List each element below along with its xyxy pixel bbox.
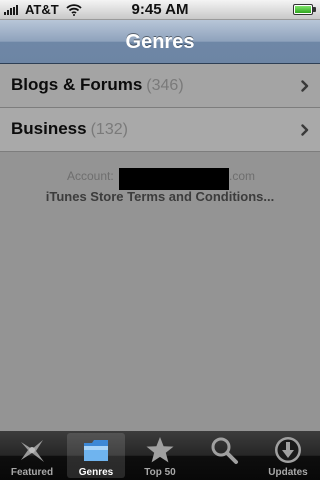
account-label: Account: [67,169,114,183]
list-item-blogs-forums[interactable]: Blogs & Forums (346) [0,64,320,108]
list-item-business[interactable]: Business (132) [0,108,320,152]
navigation-bar: Genres [0,20,320,64]
tab-label: Featured [10,467,54,478]
tab-bar: Featured Genres Top 50 Updates [0,431,320,480]
tab-updates[interactable]: Updates [256,431,320,480]
list-item-label: Blogs & Forums (346) [11,75,184,94]
account-domain-suffix: .com [229,169,256,183]
list-item-count: (132) [90,121,128,138]
tab-label: Updates [268,467,308,478]
genres-folder-icon [84,440,108,461]
search-icon [211,437,238,464]
redacted-account-email [119,168,229,190]
chevron-right-icon [301,124,309,136]
tab-top-50[interactable]: Top 50 [128,431,192,480]
battery-icon [293,4,316,15]
status-bar: AT&T 9:45 AM [0,0,320,20]
chevron-right-icon [301,80,309,92]
tab-search[interactable] [192,431,256,480]
download-arrow-icon [275,437,301,463]
list-item-label: Business (132) [11,119,128,138]
status-time: 9:45 AM [131,1,189,18]
list-item-count: (346) [146,77,184,94]
page-title: Genres [125,31,195,53]
tab-label: Genres [78,467,114,478]
account-line: Account: .com [0,168,320,190]
tab-featured[interactable]: Featured [0,431,64,480]
terms-link[interactable]: iTunes Store Terms and Conditions... [0,189,320,204]
featured-icon [21,440,44,462]
star-icon [146,437,174,463]
tab-genres[interactable]: Genres [64,431,128,480]
tab-label: Top 50 [144,467,176,478]
